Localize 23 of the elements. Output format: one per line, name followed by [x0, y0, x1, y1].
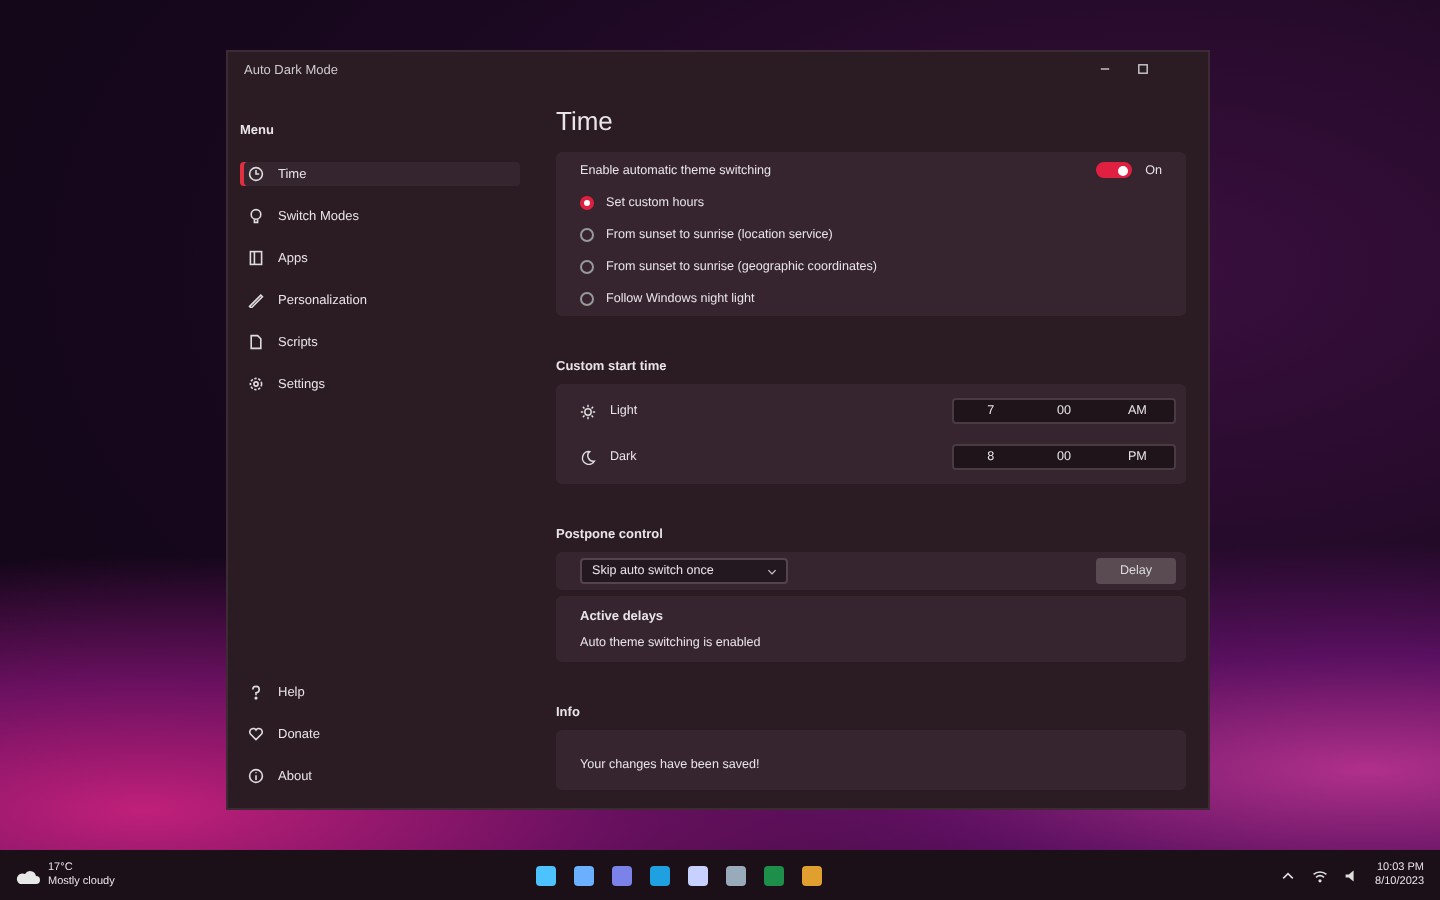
maximize-icon[interactable] — [1136, 62, 1150, 76]
chevron-up-icon[interactable] — [1279, 867, 1296, 883]
apps-icon — [248, 250, 264, 266]
brush-icon — [248, 292, 264, 308]
gear-icon — [248, 376, 264, 392]
toggle-switch[interactable] — [1095, 162, 1132, 178]
bulb-icon — [248, 208, 264, 224]
speaker-icon[interactable] — [1343, 867, 1360, 883]
wifi-icon[interactable] — [1311, 867, 1328, 883]
page-title: Time — [556, 106, 615, 136]
chevron-icon — [766, 565, 778, 577]
clock-icon — [248, 166, 264, 182]
heart-icon — [248, 726, 264, 742]
radio-button[interactable] — [580, 292, 594, 306]
info-icon — [248, 768, 264, 784]
radio-button[interactable] — [580, 196, 594, 210]
sun-icon — [580, 403, 596, 419]
radio-button[interactable] — [580, 260, 594, 274]
minimize-icon[interactable] — [1098, 62, 1112, 76]
radio-button[interactable] — [580, 228, 594, 242]
script-icon — [248, 334, 264, 350]
moon-icon — [580, 449, 596, 465]
help-icon — [248, 684, 264, 700]
